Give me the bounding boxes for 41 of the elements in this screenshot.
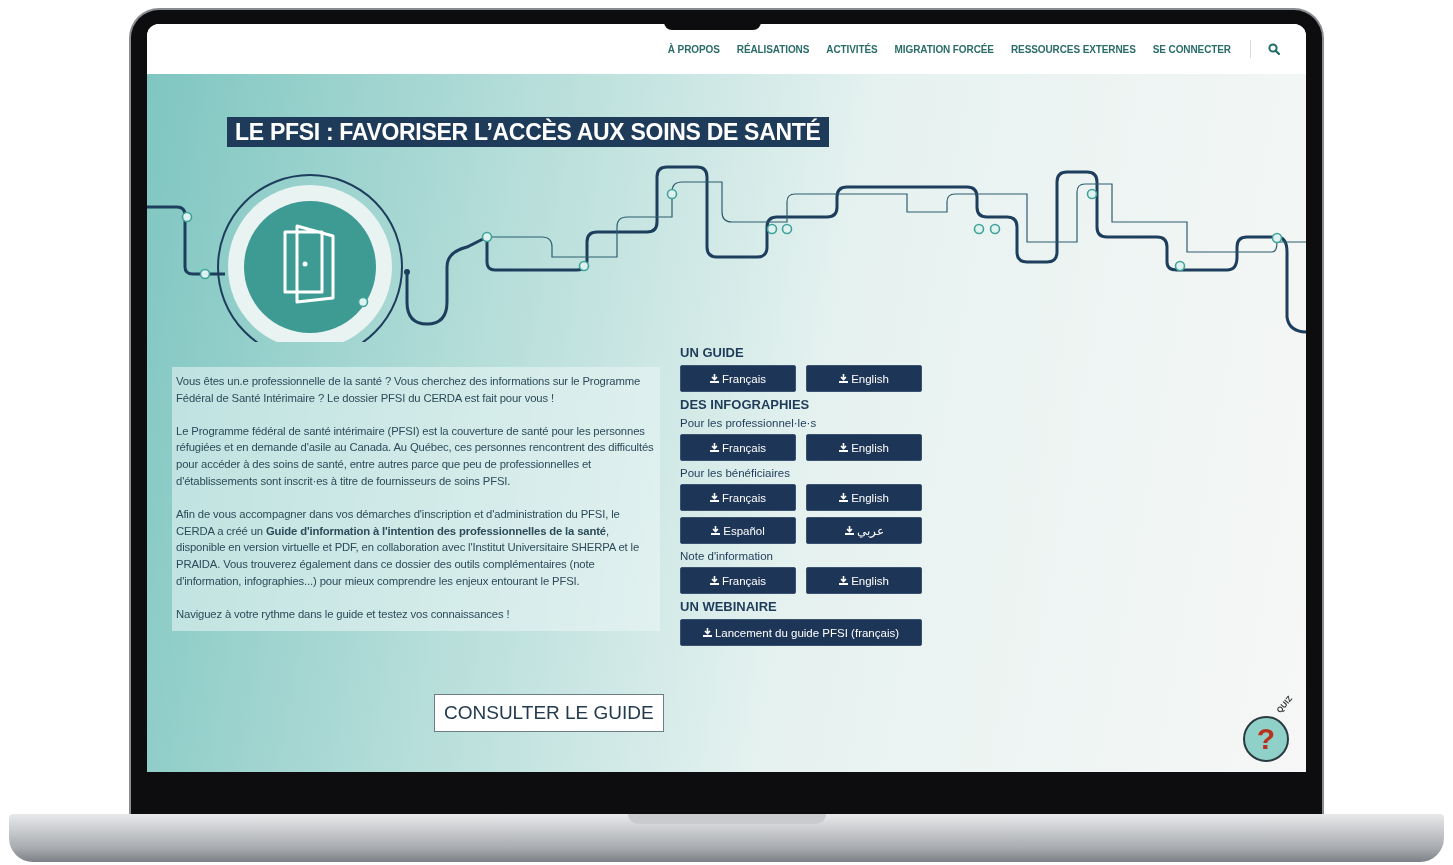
- nav-link[interactable]: RÉALISATIONS: [736, 43, 810, 55]
- download-button[interactable]: English: [806, 434, 922, 461]
- download-icon: [709, 374, 719, 383]
- intro-paragraph: Vous êtes un.e professionnelle de la santé ? Vous cherchez des informations sur le Programme Fédéral de Santé Intérimaire ? Le dossier PFSI du CERDA est fait pour vous !: [176, 374, 642, 406]
- download-button[interactable]: English: [806, 484, 922, 511]
- download-icon: [709, 576, 719, 585]
- download-icon: [844, 526, 854, 535]
- nav-link[interactable]: À PROPOS: [667, 43, 720, 55]
- nav-link[interactable]: MIGRATION FORCÉE: [894, 43, 994, 55]
- nav-link[interactable]: ACTIVITÉS: [826, 43, 878, 55]
- intro-paragraph: Afin de vous accompagner dans vos démarches d'inscription et d'administration du PFSI, le CERDA a créé un Guide d'information à l'intention des professionnelles de la santé, disponible en version virtuelle et PDF, en collaboration avec l'Institut Universitaire SHERPA et le PRAIDA. Vous trouverez également dans ce dossier des outils complémentaires (note d'information, infographies...) pour mieux comprendre les enjeux entourant le PFSI.: [176, 506, 641, 589]
- download-icon: [839, 493, 849, 502]
- download-button[interactable]: Lancement du guide PFSI (français): [680, 619, 922, 646]
- section-heading: UN GUIDE: [680, 344, 745, 362]
- download-icon: [711, 526, 721, 535]
- intro-paragraph: Naviguez à votre rythme dans le guide et testez vos connaissances !: [176, 606, 511, 622]
- download-button[interactable]: English: [806, 567, 922, 594]
- group-label: Pour les bénéficiaires: [680, 466, 791, 481]
- download-button[interactable]: Français: [680, 365, 796, 392]
- section-heading: DES INFOGRAPHIES: [680, 396, 811, 414]
- group-label: Note d'information: [680, 549, 774, 564]
- download-icon: [839, 374, 849, 383]
- download-button[interactable]: Français: [680, 484, 796, 511]
- section-heading: UN WEBINAIRE: [680, 598, 778, 616]
- nav-link[interactable]: RESSOURCES EXTERNES: [1010, 43, 1136, 55]
- download-icon: [709, 443, 719, 452]
- download-button[interactable]: Français: [680, 434, 796, 461]
- download-icon: [709, 493, 719, 502]
- search-icon[interactable]: [1268, 43, 1280, 55]
- page-title: LE PFSI : FAVORISER L’ACCÈS AUX SOINS DE SANTÉ: [227, 117, 829, 147]
- consult-guide-button[interactable]: CONSULTER LE GUIDE: [434, 694, 664, 732]
- download-button[interactable]: عربي: [806, 517, 922, 544]
- download-icon: [839, 443, 849, 452]
- nav-link[interactable]: SE CONNECTER: [1152, 43, 1231, 55]
- group-label: Pour les professionnel·le·s: [680, 416, 818, 431]
- download-icon: [702, 628, 712, 637]
- download-icon: [839, 576, 849, 585]
- intro-paragraph: Le Programme fédéral de santé intérimaire (PFSI) est la couverture de santé pour les personnes réfugiées et en demande d'asile au Canada. Au Québec, ces personnes rencontrent des difficultés pour accéder à des soins de santé, entre autres parce que peu de professionnelles et d'établissements sont inscrit·es à titre de fournisseurs de soins PFSI.: [176, 423, 655, 489]
- download-button[interactable]: English: [806, 365, 922, 392]
- download-button[interactable]: Français: [680, 567, 796, 594]
- download-button[interactable]: Español: [680, 517, 796, 544]
